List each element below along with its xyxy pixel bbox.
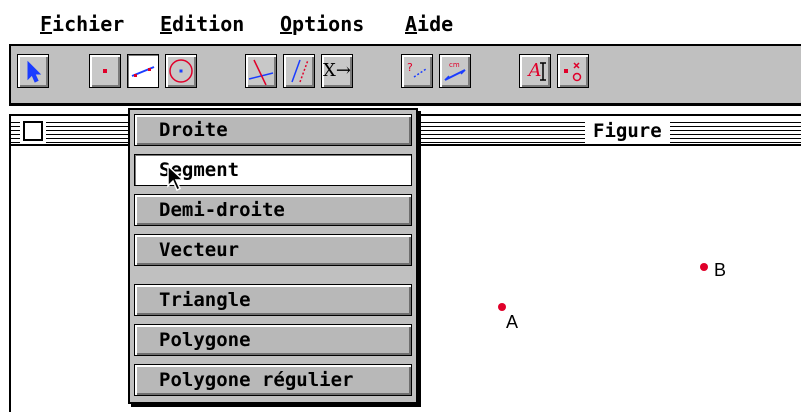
delete-tool-button[interactable] [557,54,589,88]
svg-text:?: ? [407,61,413,74]
pointer-tool-button[interactable] [17,54,49,88]
transform-icon: X→ [323,60,351,81]
point-a-dot[interactable] [498,303,506,311]
transform-tool-button[interactable]: X→ [321,54,353,88]
line-icon [131,66,155,77]
close-box-icon[interactable] [23,121,43,141]
menu-item-polygone-regulier[interactable]: Polygone régulier [134,364,412,396]
distance-icon: cm [444,61,466,81]
line-tool-button[interactable] [127,54,159,88]
menu-options[interactable]: Options [280,12,364,36]
perpendicular-icon [248,59,274,86]
point-b-dot[interactable] [700,263,708,271]
menu-edition-label: dition [172,12,245,36]
point-icon [103,69,107,73]
line-tool-dropdown: Droite Segment Demi-droite Vecteur Trian… [128,108,418,404]
measure-icon: ? [407,61,427,78]
menu-fichier-label: ichier [52,12,125,36]
menu-item-polygone[interactable]: Polygone [134,324,412,356]
menu-aide-label: ide [417,12,454,36]
text-tool-button[interactable]: A [519,54,551,88]
menu-item-demi-droite[interactable]: Demi-droite [134,194,412,226]
menu-bar: Fichier Edition Options Aide [0,0,801,44]
delete-icon [564,62,582,82]
parallel-tool-button[interactable] [283,54,315,88]
menu-fichier[interactable]: Fichier [40,12,124,36]
menu-item-vecteur[interactable]: Vecteur [134,234,412,266]
arrow-pointer-icon [27,60,42,83]
menu-aide[interactable]: Aide [405,12,453,36]
circle-icon [169,59,193,83]
menu-options-label: ptions [292,12,365,36]
svg-text:cm: cm [449,61,460,69]
menu-separator [134,272,412,278]
point-a-label: A [506,312,519,332]
text-cursor-icon [540,62,546,81]
circle-tool-button[interactable] [165,54,197,88]
perpendicular-tool-button[interactable] [245,54,277,88]
measure-tool-button[interactable]: ? [401,54,433,88]
menu-fichier-accel: F [40,12,53,36]
menu-edition[interactable]: Edition [160,12,244,36]
menu-item-triangle[interactable]: Triangle [134,284,412,316]
menu-options-accel: O [280,12,293,36]
menu-aide-accel: A [405,12,418,36]
mouse-cursor-icon [167,164,185,192]
toolbar: X→ ? cm A [9,44,801,106]
window-title: Figure [585,118,670,144]
point-b-label: B [714,260,727,280]
parallel-icon [291,59,309,83]
menu-item-droite[interactable]: Droite [134,114,412,146]
point-tool-button[interactable] [89,54,121,88]
menu-edition-accel: E [160,12,173,36]
distance-tool-button[interactable]: cm [439,54,471,88]
